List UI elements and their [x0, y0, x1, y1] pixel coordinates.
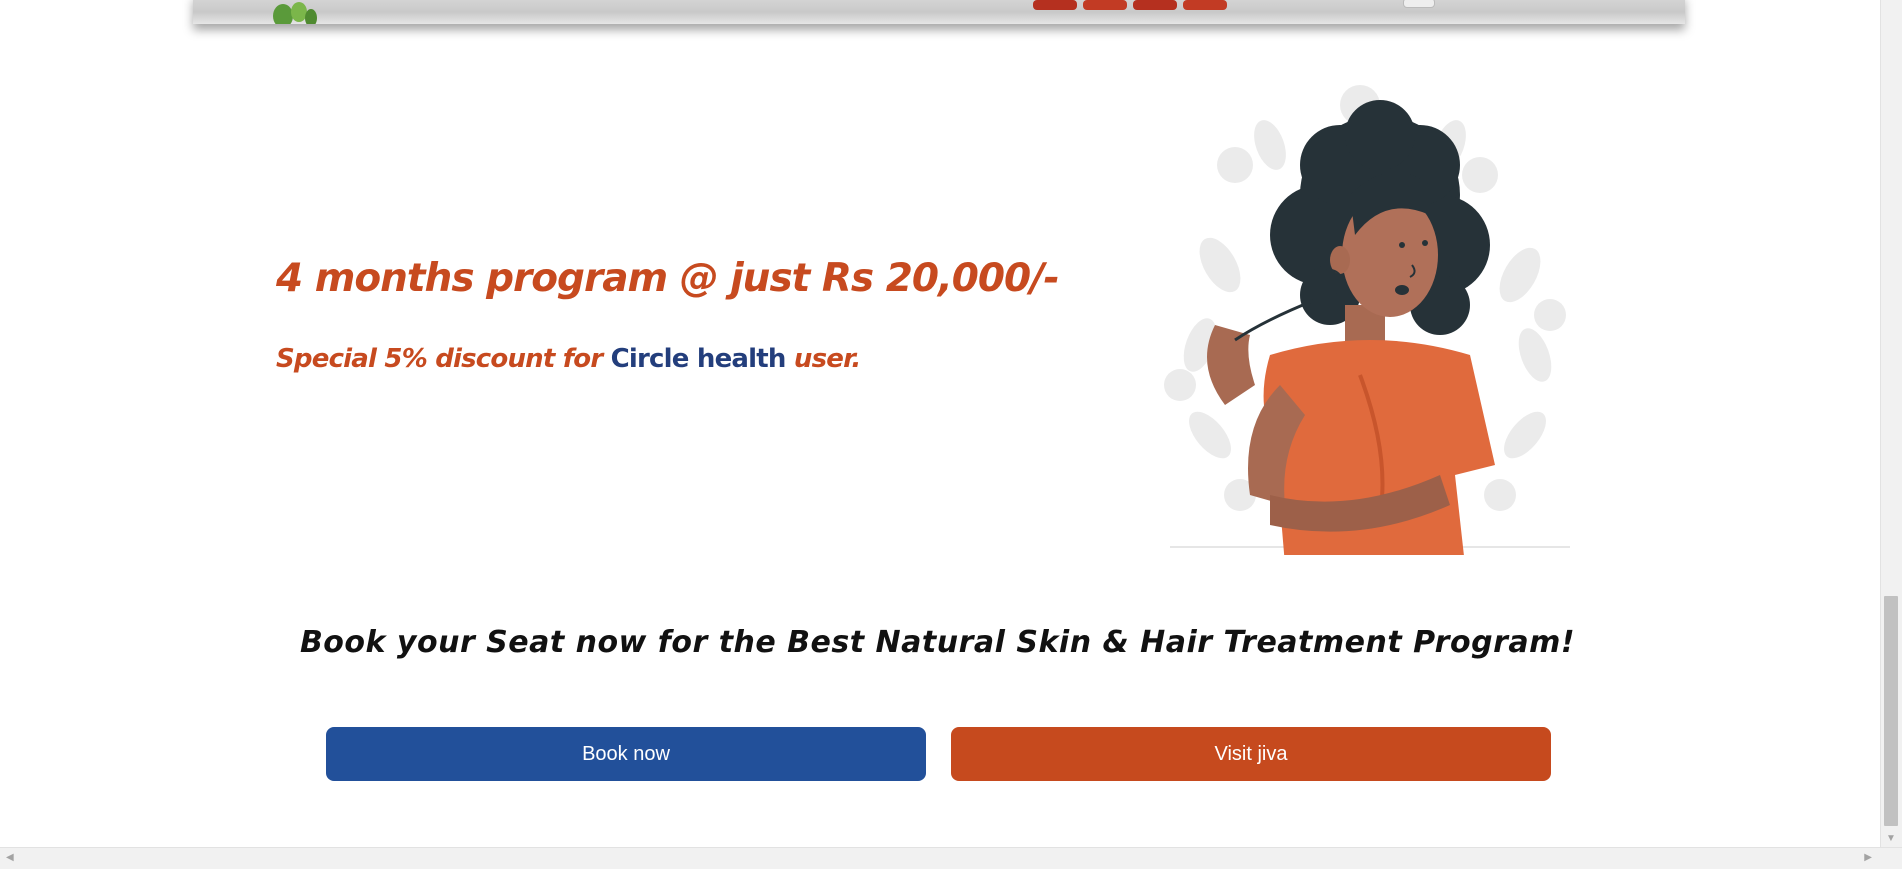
scroll-down-icon[interactable]: ▼ — [1886, 833, 1896, 844]
scroll-left-icon[interactable]: ◀ — [6, 852, 14, 863]
discount-brand: Circle health — [610, 344, 787, 374]
discount-suffix: user. — [793, 344, 861, 374]
discount-text: Special 5% discount for Circle health us… — [276, 344, 861, 374]
discount-prefix: Special 5% discount for — [276, 344, 603, 374]
scroll-right-icon[interactable]: ▶ — [1864, 852, 1872, 863]
woman-illustration — [1164, 85, 1570, 555]
cta-heading: Book your Seat now for the Best Natural … — [299, 625, 1576, 660]
product-jars — [1033, 0, 1227, 10]
program-price-heading: 4 months program @ just Rs 20,000/- — [276, 256, 1060, 301]
leaf-decoration — [273, 2, 317, 24]
visit-jiva-button[interactable]: Visit jiva — [951, 727, 1551, 781]
product-cap — [1403, 0, 1435, 8]
scrollbar-thumb[interactable] — [1884, 596, 1898, 826]
top-banner-image — [193, 0, 1685, 24]
vertical-scrollbar[interactable]: ▼ — [1880, 0, 1902, 848]
horizontal-scrollbar[interactable]: ◀ ▶ — [0, 847, 1902, 869]
book-now-button[interactable]: Book now — [326, 727, 926, 781]
